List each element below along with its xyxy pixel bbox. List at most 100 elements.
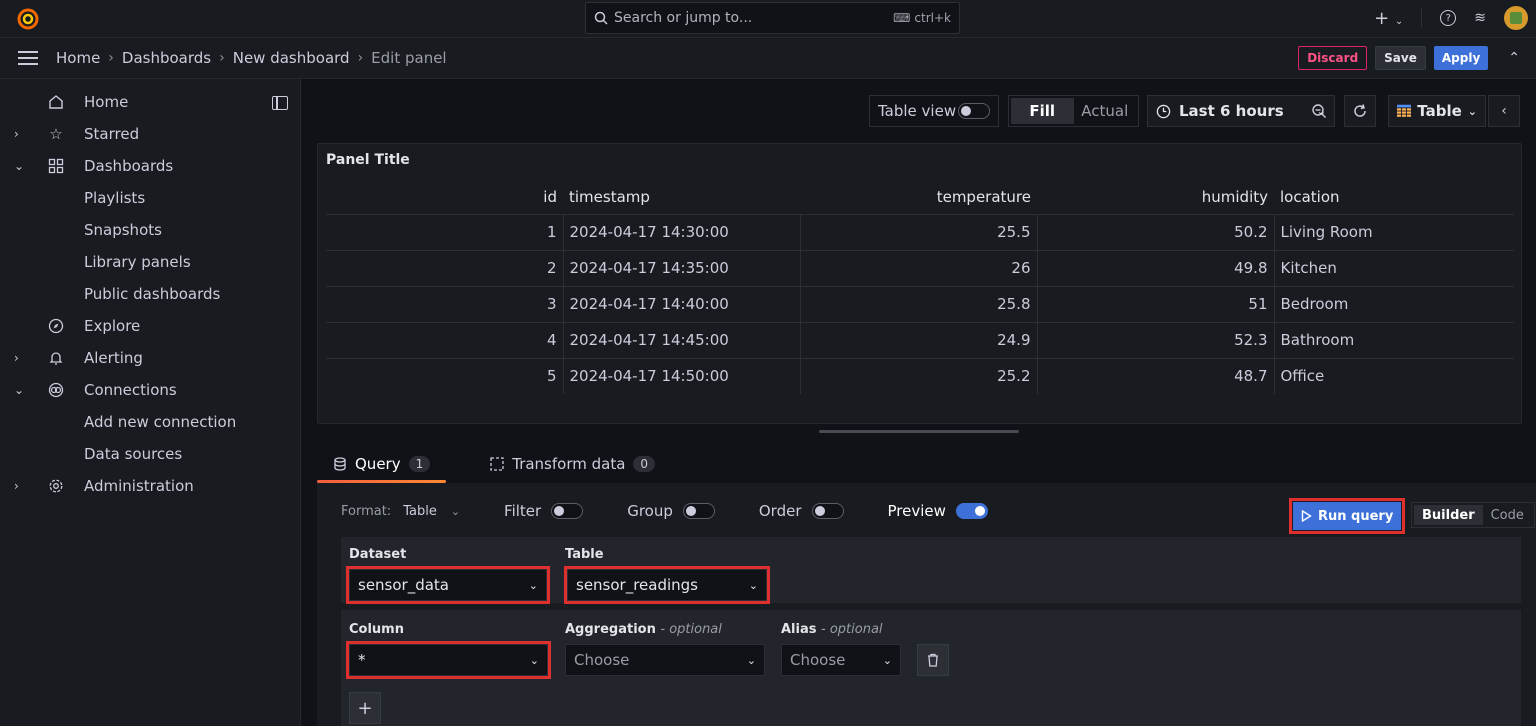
database-icon — [334, 457, 346, 471]
sidebar-item-playlists[interactable]: Playlists — [0, 182, 300, 214]
sidebar-item-public-dashboards[interactable]: Public dashboards — [0, 278, 300, 310]
chevron-right-icon[interactable]: › — [14, 127, 26, 141]
breadcrumb-home[interactable]: Home — [56, 49, 100, 67]
actual-option[interactable]: Actual — [1074, 98, 1137, 124]
format-select[interactable]: Format: Table ⌄ — [341, 504, 460, 519]
run-query-button[interactable]: Run query — [1288, 498, 1406, 534]
breadcrumb-dashboards[interactable]: Dashboards — [122, 49, 211, 67]
order-switch[interactable] — [811, 503, 844, 519]
column-header-timestamp[interactable]: timestamp — [563, 180, 800, 215]
dock-menu-icon[interactable] — [272, 96, 288, 110]
sidebar-item-connections[interactable]: ⌄ Connections — [0, 374, 300, 406]
save-button[interactable]: Save — [1375, 46, 1426, 70]
dashboards-icon — [46, 156, 66, 176]
chevron-right-icon: › — [219, 50, 225, 66]
sidebar-item-alerting[interactable]: › Alerting — [0, 342, 300, 374]
fill-option[interactable]: Fill — [1011, 98, 1074, 124]
sidebar-item-data-sources[interactable]: Data sources — [0, 438, 300, 470]
sidebar-item-library-panels[interactable]: Library panels — [0, 246, 300, 278]
table-row: 3 2024-04-17 14:40:00 25.8 51 Bedroom — [326, 286, 1514, 323]
code-option[interactable]: Code — [1483, 505, 1532, 525]
column-header-temperature[interactable]: temperature — [800, 180, 1037, 215]
preview-switch[interactable] — [955, 503, 988, 519]
bell-icon — [46, 348, 66, 368]
format-label: Format: — [341, 503, 392, 519]
chevron-right-icon[interactable]: › — [14, 351, 26, 365]
delete-column-button[interactable] — [917, 644, 949, 676]
add-column-button[interactable]: + — [349, 692, 381, 724]
grafana-logo-icon[interactable] — [16, 7, 40, 31]
new-plus-icon[interactable]: + ⌄ — [1374, 8, 1403, 29]
zoom-out-icon[interactable] — [1303, 95, 1335, 127]
breadcrumb-new-dashboard[interactable]: New dashboard — [233, 49, 350, 67]
column-header-humidity[interactable]: humidity — [1037, 180, 1274, 215]
table-cell: 4 — [326, 322, 563, 359]
group-toggle[interactable]: Group — [627, 502, 715, 520]
gear-icon — [46, 476, 66, 496]
help-icon[interactable]: ? — [1440, 10, 1457, 26]
table-view-toggle[interactable]: Table view — [869, 95, 999, 127]
builder-option[interactable]: Builder — [1414, 505, 1483, 525]
preview-toggle[interactable]: Preview — [888, 502, 988, 520]
refresh-icon[interactable] — [1344, 95, 1376, 127]
table-select[interactable]: sensor_readings ⌄ — [564, 566, 770, 604]
home-icon — [46, 92, 66, 112]
transform-icon — [490, 457, 504, 471]
search-shortcut: ctrl+k — [914, 11, 951, 25]
pane-resize-handle[interactable] — [819, 430, 1019, 433]
table-cell: 52.3 — [1036, 322, 1274, 359]
sidebar-item-home[interactable]: Home — [0, 86, 300, 118]
dataset-select[interactable]: sensor_data ⌄ — [346, 566, 550, 604]
chevron-right-icon: › — [108, 50, 114, 66]
column-header-location[interactable]: location — [1274, 180, 1514, 215]
tab-transform-data[interactable]: Transform data 0 — [474, 447, 671, 481]
column-header-id[interactable]: id — [326, 180, 563, 215]
table-cell: Office — [1273, 358, 1514, 394]
column-select[interactable]: * ⌄ — [346, 641, 551, 679]
sidebar-item-snapshots[interactable]: Snapshots — [0, 214, 300, 246]
table-view-label: Table view — [878, 102, 957, 120]
query-options-bar: Format: Table ⌄ Filter Group Order Previ… — [341, 502, 988, 520]
sidebar-item-starred[interactable]: › ☆ Starred — [0, 118, 300, 150]
chevron-down-icon[interactable]: ⌄ — [14, 159, 26, 173]
star-icon: ☆ — [49, 125, 63, 143]
panel-title[interactable]: Panel Title — [326, 152, 410, 168]
sidebar-item-explore[interactable]: Explore — [0, 310, 300, 342]
chevron-down-icon: ⌄ — [529, 653, 539, 667]
avatar[interactable] — [1504, 6, 1528, 30]
table-row: 1 2024-04-17 14:30:00 25.5 50.2 Living R… — [326, 214, 1514, 251]
aggregation-select[interactable]: Choose ⌄ — [565, 644, 765, 676]
news-rss-icon[interactable]: ≋ — [1474, 10, 1486, 26]
table-header-row: id timestamp temperature humidity locati… — [326, 180, 1514, 215]
apply-button[interactable]: Apply — [1433, 46, 1489, 70]
chevron-up-icon[interactable]: ⌃ — [1508, 50, 1520, 66]
sidebar-item-dashboards[interactable]: ⌄ Dashboards — [0, 150, 300, 182]
main-area: Table view Fill Actual Last 6 hours ⌄ Ta… — [301, 79, 1536, 726]
sidebar-item-administration[interactable]: › Administration — [0, 470, 300, 502]
dataset-table-row: Dataset sensor_data ⌄ Table sensor_readi… — [341, 537, 1521, 604]
alias-placeholder: Choose — [790, 651, 846, 669]
table-value: sensor_readings — [576, 576, 698, 594]
sidebar-item-add-new-connection[interactable]: Add new connection — [0, 406, 300, 438]
visualization-picker[interactable]: Table ⌄ — [1388, 95, 1486, 127]
alias-select[interactable]: Choose ⌄ — [781, 644, 901, 676]
order-toggle[interactable]: Order — [759, 502, 844, 520]
search-input[interactable]: Search or jump to... ⌨ ctrl+k — [585, 2, 960, 34]
table-cell: 25.8 — [799, 286, 1037, 323]
chevron-down-icon: ⌄ — [748, 578, 758, 592]
table-cell: 25.2 — [799, 358, 1037, 394]
discard-button[interactable]: Discard — [1298, 46, 1368, 70]
tab-query[interactable]: Query 1 — [317, 447, 447, 483]
format-value: Table — [403, 503, 437, 519]
collapse-options-icon[interactable]: ‹ — [1488, 95, 1520, 127]
filter-switch[interactable] — [551, 503, 584, 519]
table-view-switch[interactable] — [958, 103, 990, 119]
group-switch[interactable] — [682, 503, 715, 519]
chevron-down-icon[interactable]: ⌄ — [14, 383, 26, 397]
query-editor: Format: Table ⌄ Filter Group Order Previ… — [317, 483, 1536, 726]
chevron-right-icon[interactable]: › — [14, 479, 26, 493]
filter-toggle[interactable]: Filter — [504, 502, 584, 520]
table-cell: 3 — [326, 286, 563, 323]
menu-icon[interactable] — [18, 51, 38, 65]
plus-icon: + — [357, 697, 373, 719]
